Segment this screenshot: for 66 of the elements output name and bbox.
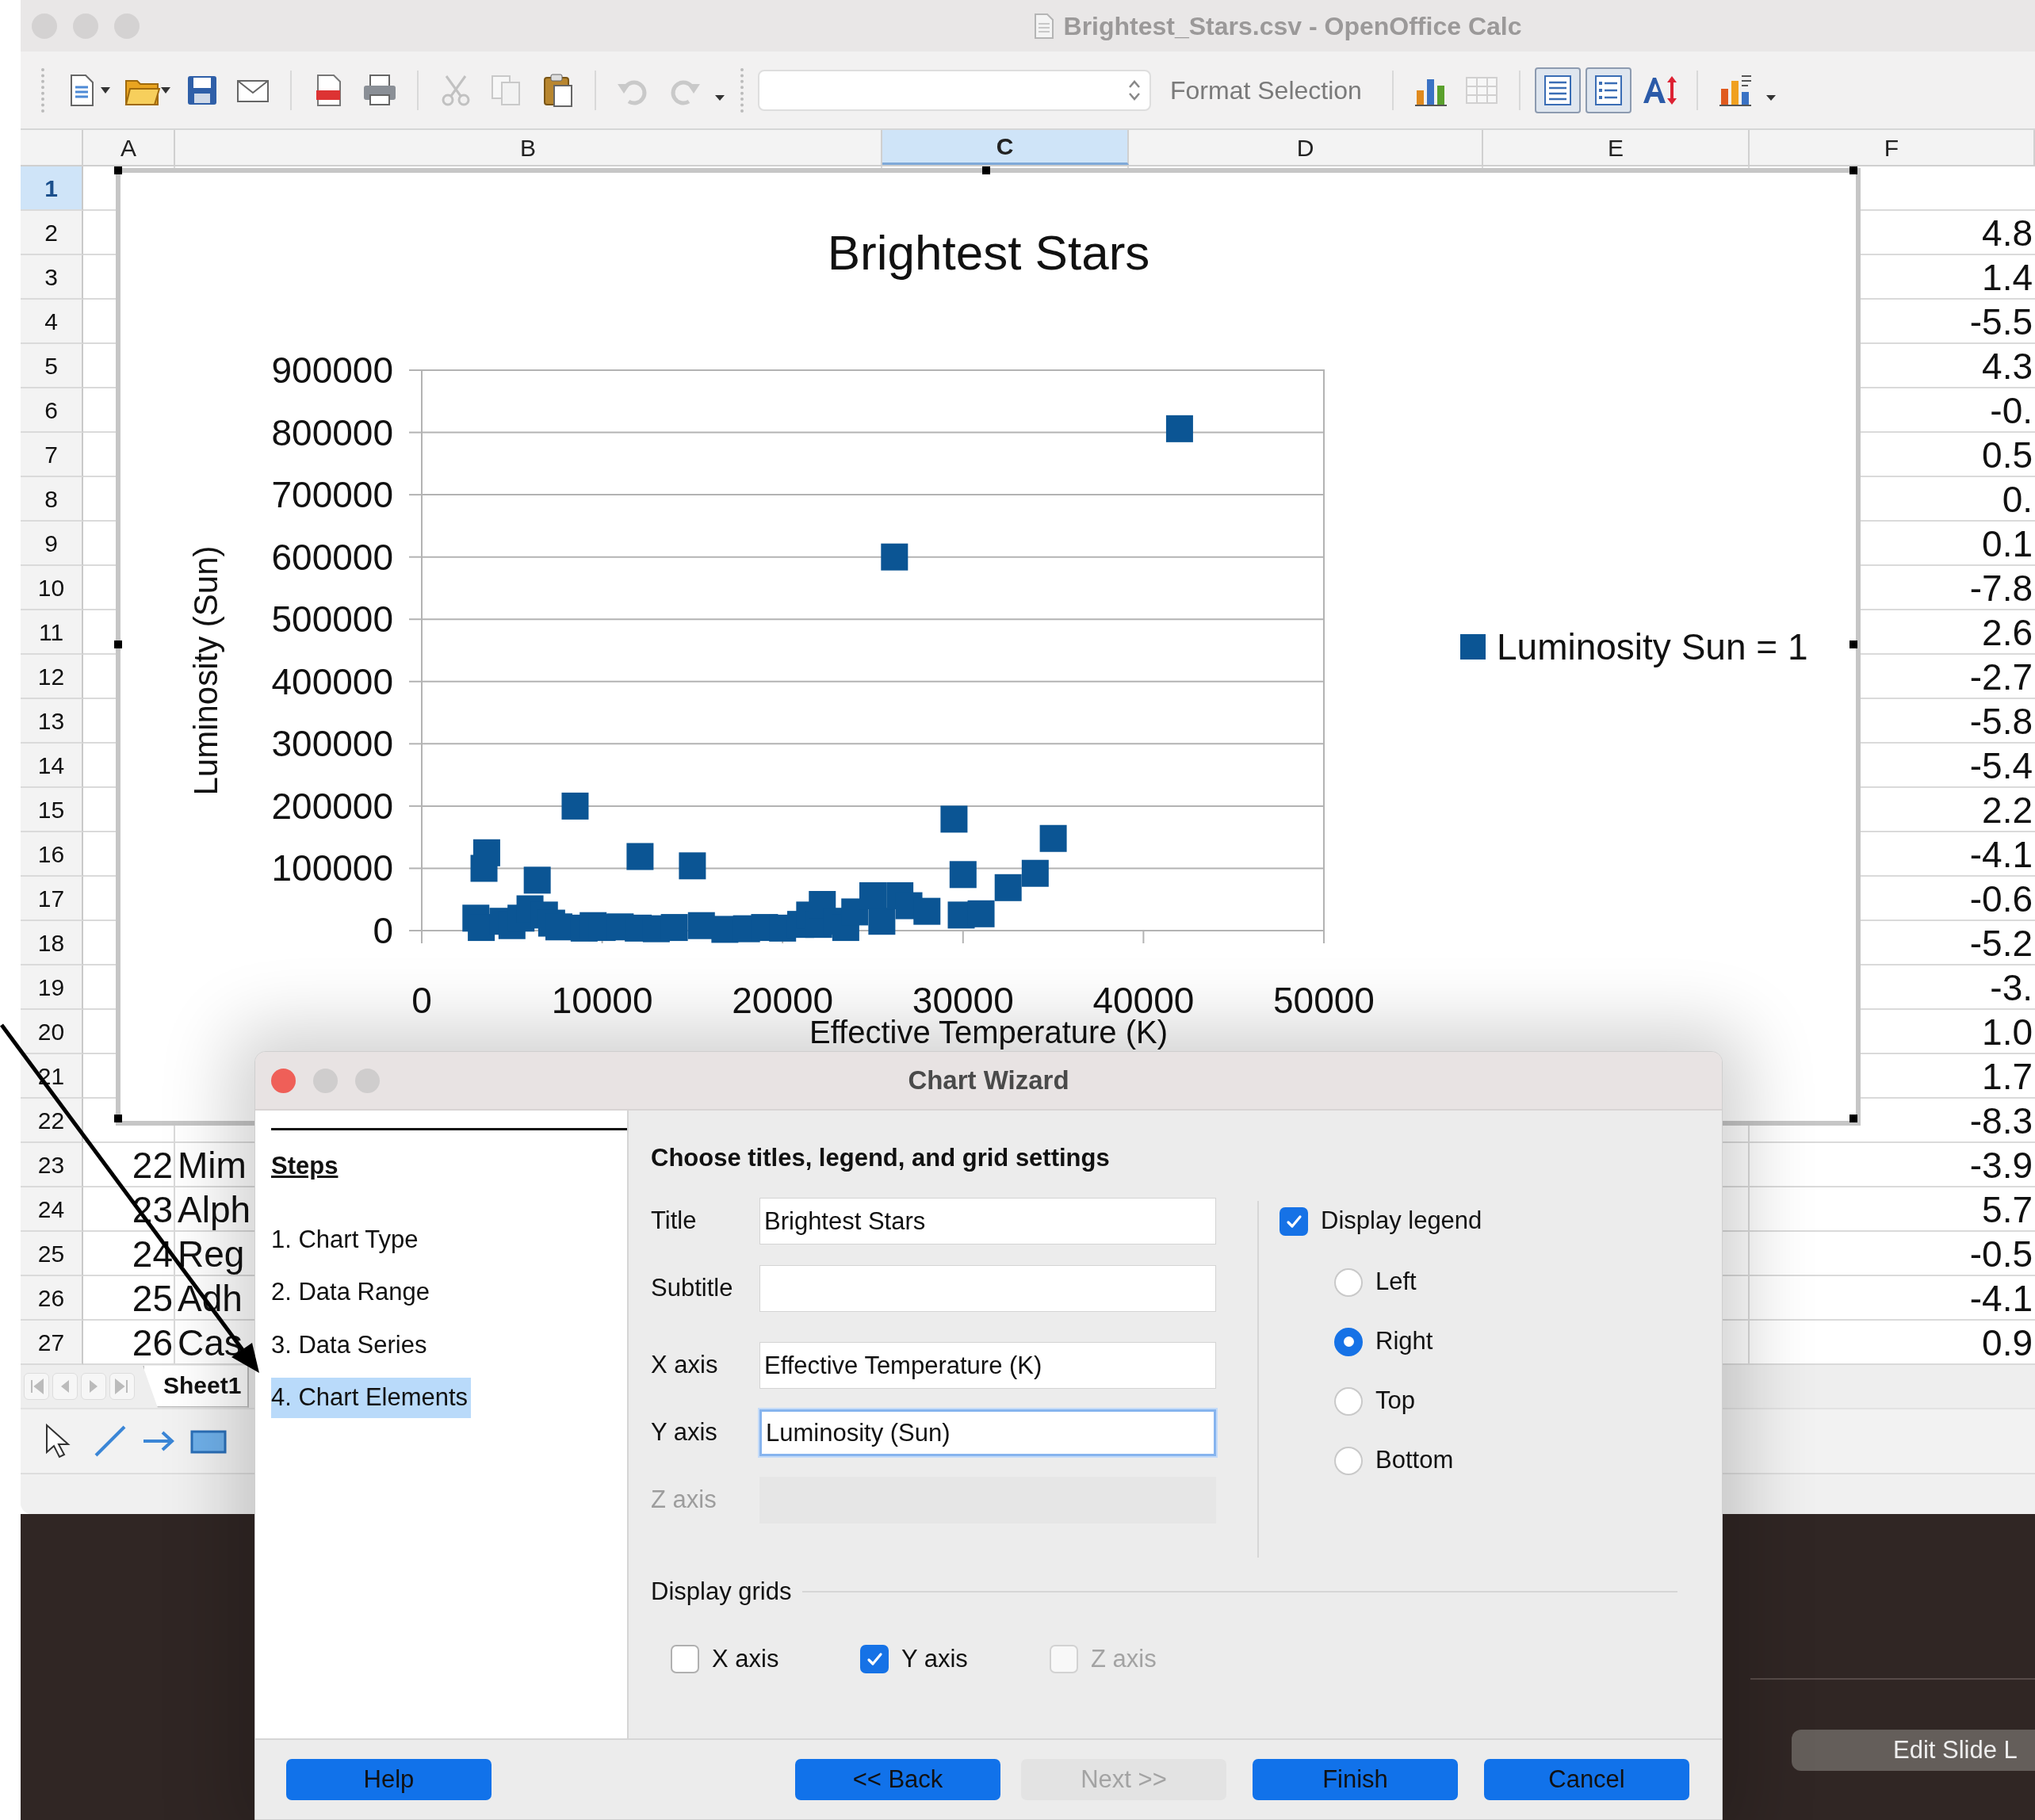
cell-text: -4.1 <box>1969 832 2033 877</box>
cell-text: -4.1 <box>1969 1276 2033 1321</box>
tick-label: 800000 <box>271 411 393 453</box>
checkbox-label: Display legend <box>1321 1206 1482 1237</box>
cell-text: -5.2 <box>1969 921 2033 965</box>
tick-label: 400000 <box>271 660 393 702</box>
chart-title: Brightest Stars <box>827 225 1150 280</box>
cell-text: -7.8 <box>1969 566 2033 610</box>
tick-label: 10000 <box>551 980 653 1021</box>
tick-label: 900000 <box>271 350 393 391</box>
cell-text: -3. <box>1990 965 2033 1010</box>
radio-label: Right <box>1375 1326 1433 1357</box>
checkbox-label: Y axis <box>901 1644 968 1674</box>
cell-text: Reg <box>178 1232 245 1276</box>
cell-text: 2.2 <box>1982 788 2033 832</box>
field-label: Subtitle <box>651 1273 734 1304</box>
dialog-title: Chart Wizard <box>908 1065 1069 1097</box>
cell-text: -5.8 <box>1969 699 2033 744</box>
tick-label: 100000 <box>271 847 393 889</box>
group-label: Display grids <box>651 1576 792 1607</box>
window-title: Brightest_Stars.csv - OpenOffice Calc <box>1063 10 1522 42</box>
cell-text: Alph <box>178 1187 251 1232</box>
cell-text: -5.5 <box>1969 300 2033 344</box>
cell-text: 2.6 <box>1982 610 2033 655</box>
cell-text: -2.7 <box>1969 655 2033 699</box>
cell-text: 1.7 <box>1982 1054 2033 1099</box>
radio-label: Bottom <box>1375 1445 1454 1476</box>
tick-label: 50000 <box>1273 980 1375 1021</box>
field-label: Y axis <box>651 1417 718 1448</box>
radio-label: Top <box>1375 1386 1415 1417</box>
axis-label: Luminosity (Sun) <box>187 545 224 796</box>
cell-text: 26 <box>132 1321 173 1365</box>
tick-label: 600000 <box>271 536 393 578</box>
cell-text: 4.3 <box>1982 344 2033 388</box>
cell-text: -3.9 <box>1969 1143 2033 1187</box>
cell-text: 1.4 <box>1982 255 2033 300</box>
cell-text: 5.7 <box>1982 1187 2033 1232</box>
radio-label: Left <box>1375 1267 1417 1298</box>
cell-text: 25 <box>132 1276 173 1321</box>
cell-text: -0.5 <box>1969 1232 2033 1276</box>
section-heading: Choose titles, legend, and grid settings <box>651 1143 1111 1173</box>
field-label: X axis <box>651 1350 719 1381</box>
field-label: Z axis <box>651 1485 717 1516</box>
steps-heading: Steps <box>271 1151 339 1181</box>
tick-label: 0 <box>411 980 432 1021</box>
cell-text: 0. <box>2002 477 2033 522</box>
tick-label: 700000 <box>271 474 393 516</box>
cell-text: -5.4 <box>1969 744 2033 788</box>
checkbox-label: X axis <box>712 1644 779 1674</box>
legend-label: Luminosity Sun = 1 <box>1497 626 1808 667</box>
cell-text: 22 <box>132 1143 173 1187</box>
cell-text: -0.6 <box>1969 877 2033 921</box>
field-label: Title <box>651 1206 698 1237</box>
tick-label: 200000 <box>271 785 393 827</box>
cell-text: 0.1 <box>1982 522 2033 566</box>
cell-text: 0.9 <box>1982 1321 2033 1365</box>
checkbox-label: Z axis <box>1091 1644 1157 1674</box>
tick-label: 0 <box>373 910 393 951</box>
cell-text: 1.0 <box>1982 1010 2033 1054</box>
cell-text: 4.8 <box>1982 211 2033 255</box>
tick-label: 500000 <box>271 598 393 640</box>
cell-text: 0.5 <box>1982 433 2033 477</box>
cell-text: -8.3 <box>1969 1099 2033 1143</box>
cell-text: Mim <box>178 1143 247 1187</box>
tick-label: 300000 <box>271 723 393 765</box>
cell-text: -0. <box>1990 388 2033 433</box>
